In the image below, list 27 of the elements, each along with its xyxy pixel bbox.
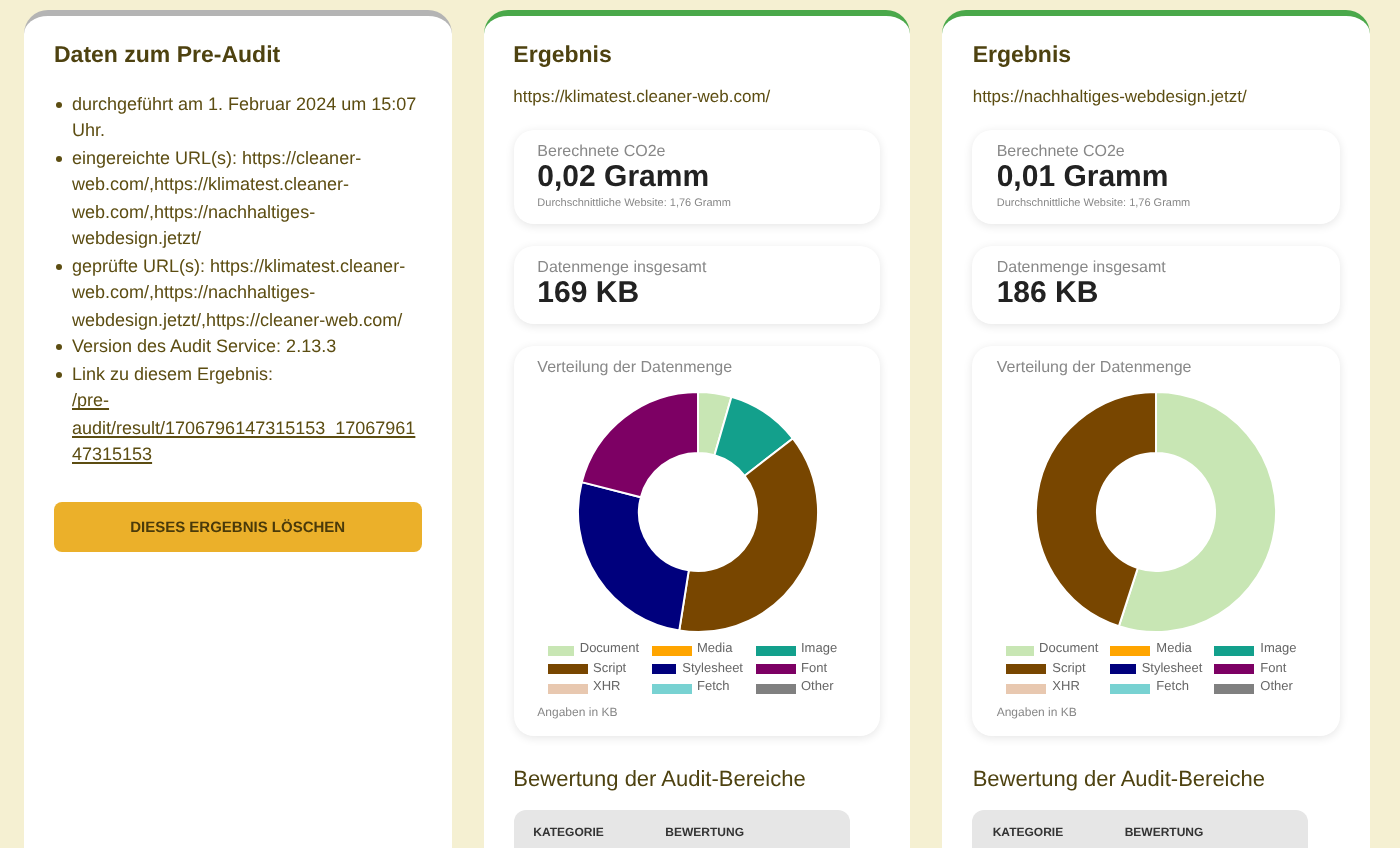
stat-value: 169 KB	[537, 278, 642, 312]
card-title: Daten zum Pre-Audit	[54, 42, 283, 72]
bullet-icon	[56, 101, 62, 108]
stat-value: 0,01 Gramm	[996, 162, 1171, 196]
list-text: Version des Audit Service: 2.13.3	[72, 334, 339, 361]
card-title: Ergebnis	[972, 42, 1074, 72]
list-text: durchgeführt am 1. Februar 2024 um 15:07 Uhr.	[72, 91, 419, 145]
url-text: https://nachhaltiges-webdesign.jetzt/	[972, 83, 1249, 110]
list-text: geprüfte URL(s): https://klimatest.cleaner-web.com/,https://nachhaltiges-webdesign.jetzt/,https://cleaner-web.com/	[72, 253, 408, 334]
section-title: Bewertung der Audit-Bereiche	[513, 766, 808, 797]
stat-label: Berechnete CO2e	[996, 141, 1127, 163]
stat-value: 186 KB	[996, 278, 1101, 312]
section-title: Bewertung der Audit-Bereiche	[972, 766, 1267, 797]
bullet-icon	[56, 371, 62, 378]
list-text: Link zu diesem Ergebnis:	[72, 363, 274, 384]
bullet-icon	[56, 155, 62, 162]
bullet-icon	[56, 263, 62, 270]
stat-label: Datenmenge insgesamt	[996, 257, 1168, 279]
result-link[interactable]: /pre-audit/result/1706796147315153_1706796147315153	[72, 388, 422, 470]
stat-label: Datenmenge insgesamt	[537, 257, 709, 279]
stat-label: Berechnete CO2e	[537, 141, 668, 163]
url-text: https://klimatest.cleaner-web.com/	[513, 83, 773, 110]
bullet-icon	[56, 344, 62, 351]
card-title: Ergebnis	[513, 42, 614, 72]
chart-title: Verteilung der Datenmenge	[996, 357, 1194, 379]
stat-value: 0,02 Gramm	[537, 162, 712, 196]
chart-title: Verteilung der Datenmenge	[537, 357, 735, 379]
